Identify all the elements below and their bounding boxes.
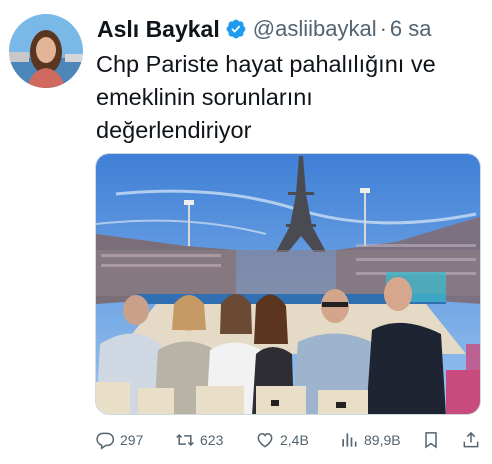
tweet-text: Chp Pariste hayat pahalılığını ve emekli… [96,48,476,147]
like-count: 2,4B [280,432,309,448]
separator: · [379,16,387,41]
tweet-text-line: Chp Pariste hayat pahalılığını ve [96,51,436,77]
views-count: 89,9B [364,432,401,448]
tweet-text-line: değerlendiriyor [96,117,252,143]
retweet-count: 623 [200,432,224,448]
like-icon [257,432,273,448]
reply-icon [96,432,115,450]
tweet-photo[interactable] [95,153,481,415]
share-button[interactable] [461,428,486,452]
reply-count: 297 [120,432,144,448]
views-icon [342,433,357,447]
avatar-image [9,14,83,88]
share-icon [463,431,479,448]
avatar[interactable] [9,14,83,88]
retweet-button[interactable]: 623 [175,428,223,452]
photo-illustration [96,154,480,414]
reply-button[interactable]: 297 [95,428,143,452]
display-name[interactable]: Aslı Baykal [97,16,220,43]
handle[interactable]: @asliibaykal [253,16,377,42]
tweet-text-line: emeklinin sorunlarını [96,84,313,110]
tweet-actions: 297 623 2,4B 89,9B [95,428,487,452]
like-button[interactable]: 2,4B [255,428,309,452]
tweet-header: Aslı Baykal @asliibaykal · 6 sa [97,14,432,44]
retweet-icon [176,433,194,447]
bookmark-icon [425,432,437,449]
timestamp[interactable]: 6 sa [390,16,432,42]
bookmark-button[interactable] [421,428,446,452]
views-button[interactable]: 89,9B [339,428,401,452]
verified-badge-icon [226,19,246,39]
